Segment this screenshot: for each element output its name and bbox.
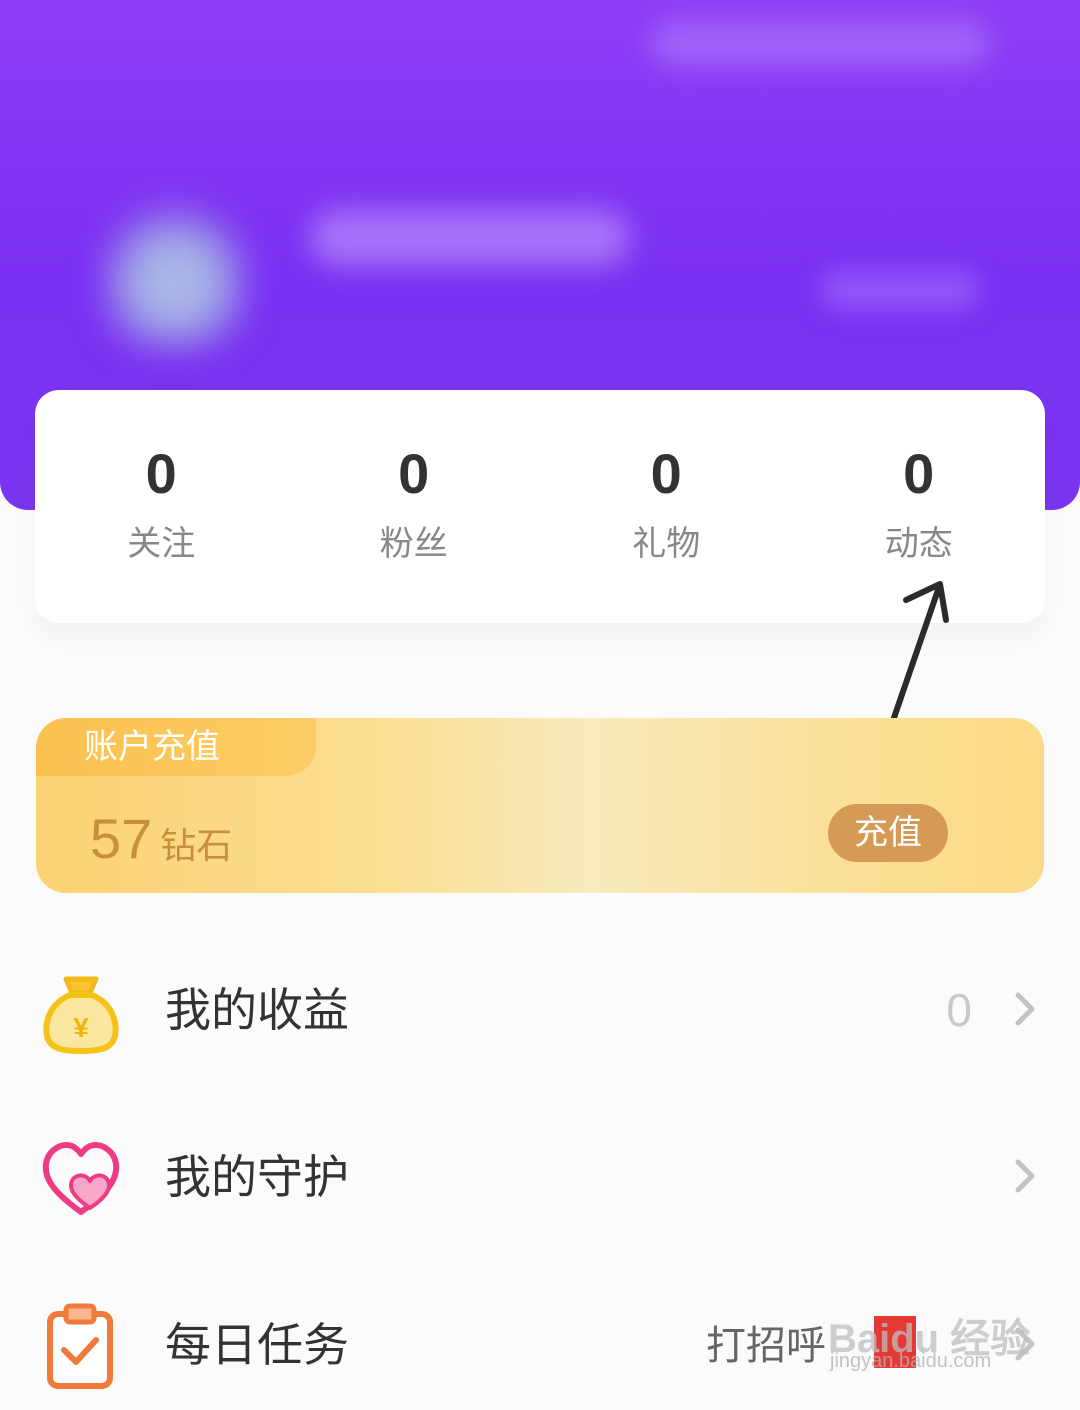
money-bag-icon: ¥ — [43, 976, 119, 1054]
avatar[interactable] — [100, 200, 250, 350]
stat-moments-label: 动态 — [884, 524, 953, 564]
stat-following-label: 关注 — [127, 524, 196, 564]
menu-earnings-label: 我的收益 — [165, 983, 349, 1037]
blurred-profile-info — [820, 270, 980, 310]
menu-earnings-value: 0 — [946, 984, 972, 1036]
diamond-balance-unit: 钻石 — [160, 826, 233, 867]
recharge-button[interactable]: 充值 — [828, 804, 948, 862]
stat-gifts-count: 0 — [650, 442, 682, 505]
diamond-balance-value: 57 — [90, 807, 153, 870]
menu-tasks-label: 每日任务 — [165, 1318, 349, 1372]
stat-gifts[interactable]: 0 礼物 — [540, 390, 793, 623]
chevron-right-icon — [1015, 992, 1035, 1026]
menu-guard-label: 我的守护 — [165, 1150, 349, 1204]
menu-item-daily-tasks[interactable]: 每日任务 打招呼 — [0, 1280, 1080, 1410]
stat-moments-count: 0 — [903, 442, 935, 505]
stat-moments[interactable]: 0 动态 — [793, 390, 1046, 623]
stat-fans-label: 粉丝 — [379, 524, 448, 564]
recharge-tag: 账户充值 — [36, 718, 316, 776]
heart-icon — [42, 1142, 120, 1215]
clipboard-check-icon — [47, 1303, 113, 1389]
blurred-top-text — [650, 20, 990, 66]
stat-gifts-label: 礼物 — [632, 524, 701, 564]
diamond-balance: 57 钻石 — [90, 806, 232, 871]
stat-fans[interactable]: 0 粉丝 — [288, 390, 541, 623]
stats-card: 0 关注 0 粉丝 0 礼物 0 动态 — [35, 390, 1045, 623]
stat-following[interactable]: 0 关注 — [35, 390, 288, 623]
menu-item-guard[interactable]: 我的守护 — [0, 1112, 1080, 1242]
blurred-username — [310, 210, 630, 266]
chevron-right-icon — [1015, 1159, 1035, 1193]
menu-item-earnings[interactable]: ¥ 我的收益 0 — [0, 945, 1080, 1075]
stat-following-count: 0 — [145, 442, 177, 505]
stat-fans-count: 0 — [398, 442, 430, 505]
chevron-right-icon — [1015, 1327, 1035, 1361]
account-recharge-card[interactable]: 账户充值 57 钻石 充值 — [36, 718, 1044, 893]
menu-tasks-extra: 打招呼 — [706, 1323, 826, 1369]
svg-text:¥: ¥ — [73, 1012, 89, 1043]
